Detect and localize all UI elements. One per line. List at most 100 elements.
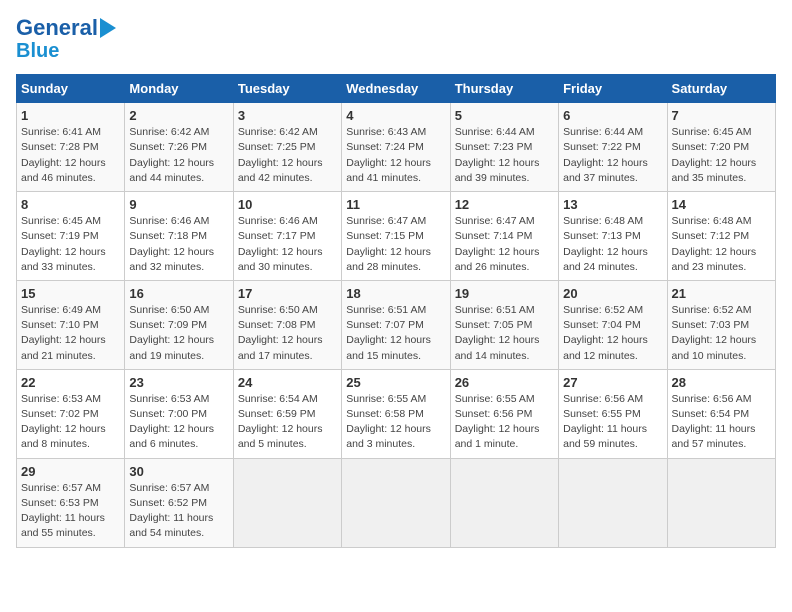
day-detail: Sunrise: 6:48 AMSunset: 7:13 PMDaylight:… [563,214,662,275]
day-number: 9 [129,197,228,212]
calendar-cell: 5 Sunrise: 6:44 AMSunset: 7:23 PMDaylight… [450,103,558,192]
day-number: 13 [563,197,662,212]
day-detail: Sunrise: 6:46 AMSunset: 7:17 PMDaylight:… [238,214,337,275]
calendar-cell: 13 Sunrise: 6:48 AMSunset: 7:13 PMDayligh… [559,192,667,281]
calendar-week-row: 8 Sunrise: 6:45 AMSunset: 7:19 PMDaylight… [17,192,776,281]
calendar-cell: 25 Sunrise: 6:55 AMSunset: 6:58 PMDayligh… [342,369,450,458]
day-number: 25 [346,375,445,390]
calendar-week-row: 1 Sunrise: 6:41 AMSunset: 7:28 PMDaylight… [17,103,776,192]
calendar-cell: 14 Sunrise: 6:48 AMSunset: 7:12 PMDayligh… [667,192,775,281]
calendar-cell: 21Sunrise: 6:52 AMSunset: 7:03 PMDayligh… [667,280,775,369]
calendar-cell: 26 Sunrise: 6:55 AMSunset: 6:56 PMDayligh… [450,369,558,458]
calendar-cell: 1 Sunrise: 6:41 AMSunset: 7:28 PMDaylight… [17,103,125,192]
day-detail: Sunrise: 6:57 AMSunset: 6:53 PMDaylight:… [21,481,120,542]
calendar-cell: 30 Sunrise: 6:57 AMSunset: 6:52 PMDayligh… [125,458,233,547]
calendar-cell: 3Sunrise: 6:42 AMSunset: 7:25 PMDaylight… [233,103,341,192]
day-detail: Sunrise: 6:57 AMSunset: 6:52 PMDaylight:… [129,481,228,542]
day-detail: Sunrise: 6:54 AMSunset: 6:59 PMDaylight:… [238,392,337,453]
calendar-cell: 8 Sunrise: 6:45 AMSunset: 7:19 PMDaylight… [17,192,125,281]
day-number: 14 [672,197,771,212]
day-detail: Sunrise: 6:53 AMSunset: 7:00 PMDaylight:… [129,392,228,453]
day-number: 8 [21,197,120,212]
calendar-cell [450,458,558,547]
day-number: 22 [21,375,120,390]
day-detail: Sunrise: 6:42 AMSunset: 7:25 PMDaylight:… [238,125,337,186]
day-number: 4 [346,108,445,123]
day-detail: Sunrise: 6:51 AMSunset: 7:07 PMDaylight:… [346,303,445,364]
calendar-cell: 11 Sunrise: 6:47 AMSunset: 7:15 PMDayligh… [342,192,450,281]
calendar-cell: 18 Sunrise: 6:51 AMSunset: 7:07 PMDayligh… [342,280,450,369]
calendar-cell: 22 Sunrise: 6:53 AMSunset: 7:02 PMDayligh… [17,369,125,458]
calendar-cell: 20 Sunrise: 6:52 AMSunset: 7:04 PMDayligh… [559,280,667,369]
day-detail: Sunrise: 6:55 AMSunset: 6:56 PMDaylight:… [455,392,554,453]
day-number: 28 [672,375,771,390]
day-detail: Sunrise: 6:41 AMSunset: 7:28 PMDaylight:… [21,125,120,186]
logo-text: General [16,16,98,40]
day-number: 5 [455,108,554,123]
day-number: 16 [129,286,228,301]
day-number: 24 [238,375,337,390]
page-header: General Blue [16,16,776,62]
calendar-cell [233,458,341,547]
calendar-cell: 7Sunrise: 6:45 AMSunset: 7:20 PMDaylight… [667,103,775,192]
day-number: 1 [21,108,120,123]
day-number: 20 [563,286,662,301]
day-detail: Sunrise: 6:53 AMSunset: 7:02 PMDaylight:… [21,392,120,453]
calendar-cell: 4 Sunrise: 6:43 AMSunset: 7:24 PMDaylight… [342,103,450,192]
calendar-cell [342,458,450,547]
calendar-cell: 29Sunrise: 6:57 AMSunset: 6:53 PMDayligh… [17,458,125,547]
day-number: 6 [563,108,662,123]
day-detail: Sunrise: 6:47 AMSunset: 7:15 PMDaylight:… [346,214,445,275]
day-detail: Sunrise: 6:46 AMSunset: 7:18 PMDaylight:… [129,214,228,275]
calendar-cell: 6 Sunrise: 6:44 AMSunset: 7:22 PMDaylight… [559,103,667,192]
day-number: 17 [238,286,337,301]
day-detail: Sunrise: 6:55 AMSunset: 6:58 PMDaylight:… [346,392,445,453]
calendar-cell: 19 Sunrise: 6:51 AMSunset: 7:05 PMDayligh… [450,280,558,369]
calendar-cell: 2 Sunrise: 6:42 AMSunset: 7:26 PMDaylight… [125,103,233,192]
calendar-cell: 24 Sunrise: 6:54 AMSunset: 6:59 PMDayligh… [233,369,341,458]
calendar-cell: 10 Sunrise: 6:46 AMSunset: 7:17 PMDayligh… [233,192,341,281]
calendar-day-header: Thursday [450,75,558,103]
logo: General Blue [16,16,116,62]
day-detail: Sunrise: 6:50 AMSunset: 7:09 PMDaylight:… [129,303,228,364]
calendar-cell: 16 Sunrise: 6:50 AMSunset: 7:09 PMDayligh… [125,280,233,369]
day-number: 15 [21,286,120,301]
day-number: 21 [672,286,771,301]
day-detail: Sunrise: 6:51 AMSunset: 7:05 PMDaylight:… [455,303,554,364]
calendar-cell: 9 Sunrise: 6:46 AMSunset: 7:18 PMDaylight… [125,192,233,281]
calendar-cell [667,458,775,547]
day-detail: Sunrise: 6:52 AMSunset: 7:04 PMDaylight:… [563,303,662,364]
calendar-cell: 15 Sunrise: 6:49 AMSunset: 7:10 PMDayligh… [17,280,125,369]
calendar-day-header: Saturday [667,75,775,103]
day-number: 26 [455,375,554,390]
day-detail: Sunrise: 6:44 AMSunset: 7:23 PMDaylight:… [455,125,554,186]
calendar-cell: 12 Sunrise: 6:47 AMSunset: 7:14 PMDayligh… [450,192,558,281]
day-detail: Sunrise: 6:42 AMSunset: 7:26 PMDaylight:… [129,125,228,186]
day-detail: Sunrise: 6:45 AMSunset: 7:19 PMDaylight:… [21,214,120,275]
day-number: 18 [346,286,445,301]
logo-blue-text: Blue [16,40,59,62]
calendar-table: SundayMondayTuesdayWednesdayThursdayFrid… [16,74,776,547]
calendar-day-header: Tuesday [233,75,341,103]
day-number: 12 [455,197,554,212]
calendar-cell: 28Sunrise: 6:56 AMSunset: 6:54 PMDayligh… [667,369,775,458]
day-detail: Sunrise: 6:44 AMSunset: 7:22 PMDaylight:… [563,125,662,186]
day-number: 2 [129,108,228,123]
day-number: 27 [563,375,662,390]
day-detail: Sunrise: 6:47 AMSunset: 7:14 PMDaylight:… [455,214,554,275]
calendar-day-header: Sunday [17,75,125,103]
calendar-cell [559,458,667,547]
day-number: 11 [346,197,445,212]
calendar-week-row: 22 Sunrise: 6:53 AMSunset: 7:02 PMDayligh… [17,369,776,458]
calendar-cell: 17Sunrise: 6:50 AMSunset: 7:08 PMDayligh… [233,280,341,369]
day-detail: Sunrise: 6:49 AMSunset: 7:10 PMDaylight:… [21,303,120,364]
calendar-cell: 23 Sunrise: 6:53 AMSunset: 7:00 PMDayligh… [125,369,233,458]
day-detail: Sunrise: 6:43 AMSunset: 7:24 PMDaylight:… [346,125,445,186]
calendar-cell: 27Sunrise: 6:56 AMSunset: 6:55 PMDayligh… [559,369,667,458]
day-number: 10 [238,197,337,212]
calendar-header-row: SundayMondayTuesdayWednesdayThursdayFrid… [17,75,776,103]
day-number: 23 [129,375,228,390]
day-number: 30 [129,464,228,479]
day-number: 19 [455,286,554,301]
day-detail: Sunrise: 6:48 AMSunset: 7:12 PMDaylight:… [672,214,771,275]
